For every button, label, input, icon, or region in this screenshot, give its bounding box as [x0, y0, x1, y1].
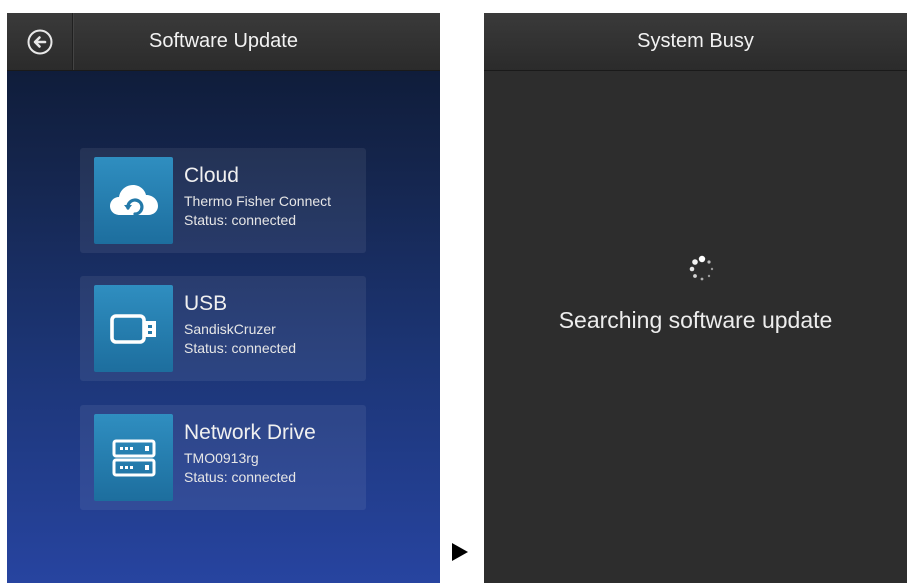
usb-drive-icon — [109, 312, 159, 346]
software-update-header: Software Update — [7, 13, 440, 71]
usb-source-card[interactable]: USB SandiskCruzer Status: connected — [80, 276, 366, 381]
network-drive-source-card[interactable]: Network Drive TMO0913rg Status: connecte… — [80, 405, 366, 510]
page-title: Software Update — [149, 30, 298, 52]
back-button[interactable] — [7, 13, 73, 70]
usb-icon-tile — [94, 285, 173, 372]
source-detail: SandiskCruzer — [184, 321, 276, 337]
source-detail: TMO0913rg — [184, 450, 259, 466]
cloud-source-card[interactable]: Cloud Thermo Fisher Connect Status: conn… — [80, 148, 366, 253]
system-busy-screen: System Busy Searching software update — [484, 13, 907, 583]
play-arrow-icon — [452, 543, 468, 561]
source-name: USB — [184, 292, 228, 315]
back-arrow-circle-icon — [26, 28, 54, 56]
source-status: Status: connected — [184, 340, 297, 356]
cloud-sync-icon — [108, 181, 160, 221]
source-detail: Thermo Fisher Connect — [184, 193, 332, 209]
loading-spinner-icon — [687, 254, 717, 284]
source-status: Status: connected — [184, 212, 297, 228]
system-busy-header: System Busy — [484, 13, 907, 71]
network-drive-icon — [110, 438, 158, 478]
source-name: Network Drive — [184, 421, 316, 444]
source-name: Cloud — [184, 164, 239, 187]
busy-message: Searching software update — [558, 307, 833, 333]
cloud-icon-tile — [94, 157, 173, 244]
source-status: Status: connected — [184, 469, 297, 485]
page-title: System Busy — [637, 30, 754, 52]
software-update-screen: Software Update Cloud Thermo Fisher Conn… — [7, 13, 440, 583]
network-drive-icon-tile — [94, 414, 173, 501]
